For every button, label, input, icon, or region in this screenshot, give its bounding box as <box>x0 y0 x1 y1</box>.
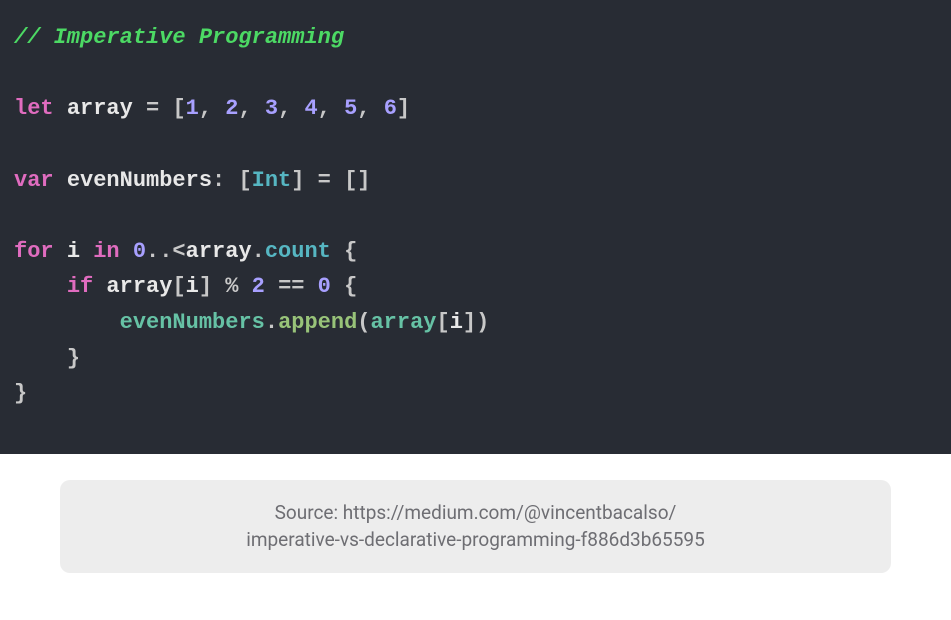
ident-array: array <box>67 96 133 121</box>
num: 2 <box>225 96 238 121</box>
op-eqeq: == <box>278 274 304 299</box>
ident-array: array <box>186 239 252 264</box>
ident-array: array <box>106 274 172 299</box>
comma: , <box>199 96 212 121</box>
colon: : <box>212 168 225 193</box>
kw-let: let <box>14 96 54 121</box>
num-two: 2 <box>252 274 265 299</box>
kw-in: in <box>93 239 119 264</box>
rbracket: ] <box>199 274 212 299</box>
lbrace: { <box>344 239 357 264</box>
rbracket: ] <box>291 168 304 193</box>
range-op: ..< <box>146 239 186 264</box>
lbracket: [ <box>437 310 450 335</box>
caption-line-1: Source: https://medium.com/@vincentbacal… <box>88 500 863 527</box>
ident-i: i <box>186 274 199 299</box>
comma: , <box>318 96 331 121</box>
source-caption: Source: https://medium.com/@vincentbacal… <box>60 480 891 573</box>
ident-i: i <box>450 310 463 335</box>
lbracket: [ <box>344 168 357 193</box>
lbracket: [ <box>172 96 185 121</box>
rbracket: ] <box>463 310 476 335</box>
num: 6 <box>384 96 397 121</box>
num-zero: 0 <box>318 274 331 299</box>
kw-for: for <box>14 239 54 264</box>
num: 1 <box>186 96 199 121</box>
num: 5 <box>344 96 357 121</box>
rbrace: } <box>14 381 27 406</box>
rparen: ) <box>476 310 489 335</box>
ident-i: i <box>67 239 80 264</box>
lbrace: { <box>344 274 357 299</box>
op-eq: = <box>146 96 159 121</box>
dot: . <box>252 239 265 264</box>
rbracket: ] <box>357 168 370 193</box>
rbracket: ] <box>397 96 410 121</box>
kw-if: if <box>67 274 93 299</box>
lbracket: [ <box>238 168 251 193</box>
comma: , <box>357 96 370 121</box>
ident-array: array <box>370 310 436 335</box>
comma: , <box>238 96 251 121</box>
code-block: // Imperative Programming let array = [1… <box>0 0 951 454</box>
dot: . <box>265 310 278 335</box>
kw-var: var <box>14 168 54 193</box>
type-int: Int <box>252 168 292 193</box>
num: 4 <box>304 96 317 121</box>
method-append: append <box>278 310 357 335</box>
num: 3 <box>265 96 278 121</box>
ident-even: evenNumbers <box>120 310 265 335</box>
member-count: count <box>265 239 331 264</box>
op-eq: = <box>318 168 331 193</box>
num-zero: 0 <box>133 239 146 264</box>
comma: , <box>278 96 291 121</box>
caption-line-2: imperative-vs-declarative-programming-f8… <box>88 527 863 554</box>
lparen: ( <box>357 310 370 335</box>
lbracket: [ <box>172 274 185 299</box>
rbrace: } <box>67 346 80 371</box>
op-mod: % <box>225 274 238 299</box>
code-comment: // Imperative Programming <box>14 25 344 50</box>
ident-even: evenNumbers <box>67 168 212 193</box>
